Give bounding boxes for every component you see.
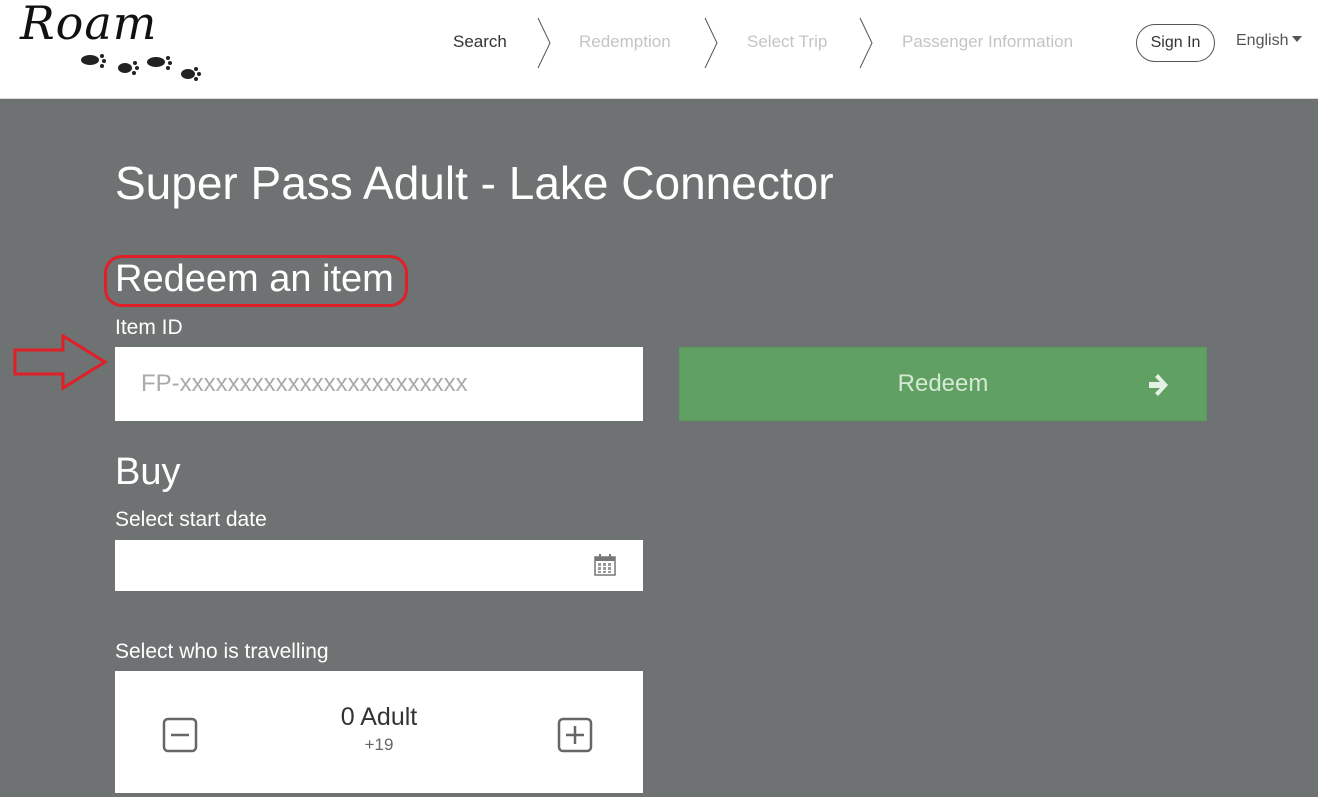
step-passenger-information[interactable]: Passenger Information — [902, 32, 1073, 52]
caret-down-icon — [1292, 35, 1303, 42]
step-select-trip[interactable]: Select Trip — [747, 32, 827, 52]
plus-icon[interactable] — [557, 717, 593, 753]
chevron-right-icon — [859, 17, 873, 69]
site-header: Roam Search Redemption Select Trip Passe… — [0, 0, 1318, 99]
step-redemption[interactable]: Redemption — [579, 32, 671, 52]
language-label: English — [1236, 32, 1289, 49]
calendar-icon[interactable] — [594, 553, 616, 577]
annotation-highlight-oval — [104, 255, 408, 307]
item-id-label: Item ID — [115, 316, 183, 339]
sign-in-button[interactable]: Sign In — [1136, 24, 1215, 62]
chevron-right-icon — [537, 17, 551, 69]
language-selector[interactable]: English — [1236, 32, 1303, 50]
buy-heading: Buy — [115, 451, 181, 493]
annotation-arrow-icon — [13, 333, 108, 391]
traveller-selector: 0 Adult +19 — [115, 671, 643, 793]
redeem-button-label: Redeem — [897, 370, 989, 397]
start-date-input[interactable] — [115, 540, 643, 591]
start-date-label: Select start date — [115, 508, 267, 531]
paw-prints-icon — [81, 54, 201, 81]
page-title: Super Pass Adult - Lake Connector — [115, 157, 834, 209]
redeem-button[interactable]: Redeem — [679, 347, 1207, 421]
item-id-input[interactable] — [115, 347, 643, 421]
roam-logo[interactable]: Roam — [14, 0, 214, 92]
arrow-right-icon — [1149, 374, 1168, 396]
step-search[interactable]: Search — [453, 32, 507, 52]
travellers-label: Select who is travelling — [115, 640, 329, 663]
chevron-right-icon — [704, 17, 718, 69]
